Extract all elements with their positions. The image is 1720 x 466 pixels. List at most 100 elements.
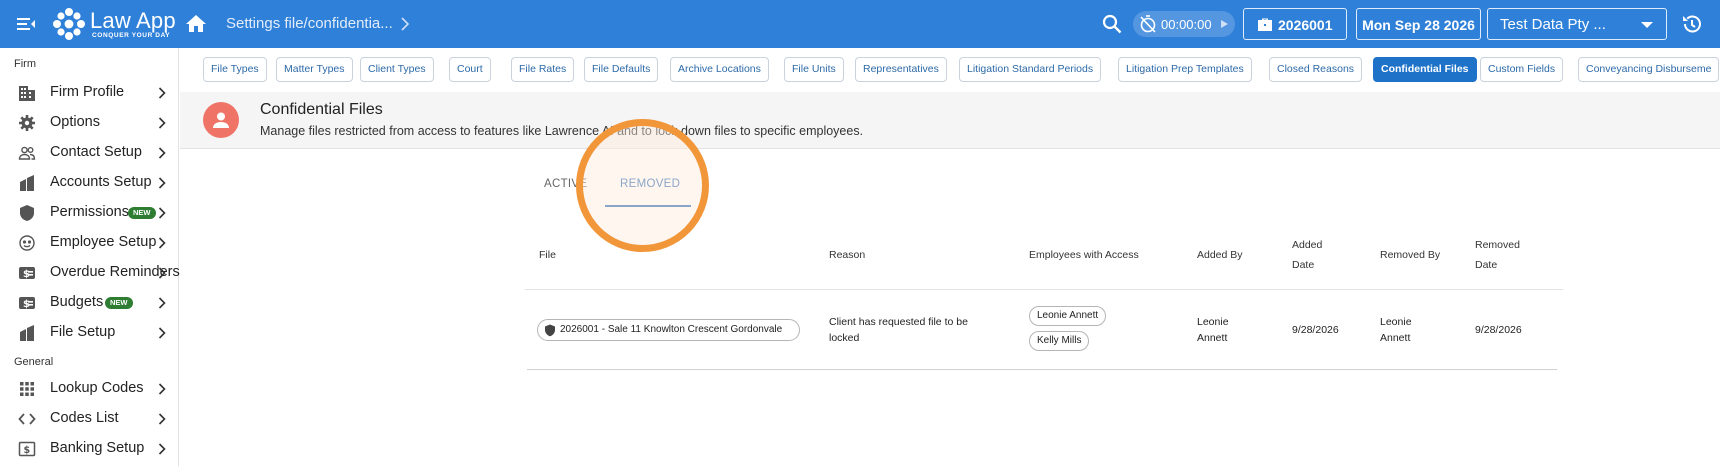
tab-court[interactable]: Court [449, 57, 491, 82]
chevron-right-icon [158, 87, 166, 99]
tab-litigation-standard-periods[interactable]: Litigation Standard Periods [959, 57, 1102, 82]
company-select[interactable]: Test Data Pty ... [1487, 8, 1667, 40]
file-label: 2026001 - Sale 11 Knowlton Crescent Gord… [560, 324, 783, 335]
column-header-added-by[interactable]: Added By [1197, 245, 1243, 265]
tab-client-types[interactable]: Client Types [360, 57, 434, 82]
tab-litigation-prep-templates[interactable]: Litigation Prep Templates [1118, 57, 1252, 82]
column-header-added-date-line2[interactable]: Date [1292, 255, 1314, 275]
column-header-file[interactable]: File [539, 245, 556, 265]
timer-off-icon [1140, 15, 1156, 33]
breadcrumb[interactable]: Settings file/confidentia... [226, 15, 393, 32]
dollar-icon: $ [19, 297, 35, 310]
chevron-right-icon [158, 177, 166, 189]
sidebar-item-label: Accounts Setup [50, 174, 152, 190]
home-icon[interactable] [184, 12, 208, 36]
sidebar-item-options[interactable]: Options [0, 109, 178, 137]
app-name: Law App [90, 8, 176, 33]
chevron-right-icon [158, 237, 166, 249]
employee-chip[interactable]: Kelly Mills [1029, 331, 1090, 351]
code-icon [18, 413, 36, 425]
reason-text-line2: locked [829, 332, 860, 344]
sidebar-item-label: Banking Setup [50, 440, 145, 456]
accounts-icon [20, 175, 34, 191]
added-date: 9/28/2026 [1292, 324, 1339, 336]
chevron-right-icon [158, 207, 166, 219]
face-icon [19, 235, 35, 251]
person-icon [213, 112, 229, 128]
reason-text: Client has requested file to be [829, 316, 968, 328]
top-app-bar: Law App CONQUER YOUR DAY Settings file/c… [0, 0, 1720, 48]
column-header-removed-date[interactable]: Removed [1475, 235, 1520, 255]
sidebar-item-lookup-codes[interactable]: Lookup Codes [0, 375, 178, 403]
sidebar-item-label: Permissions [50, 204, 129, 220]
app-logo[interactable]: Law App CONQUER YOUR DAY [52, 6, 180, 42]
tab-file-defaults[interactable]: File Defaults [584, 57, 659, 82]
settings-tabs: File Types Matter Types Client Types Cou… [180, 48, 1720, 92]
tab-archive-locations[interactable]: Archive Locations [670, 57, 769, 82]
history-icon[interactable] [1680, 12, 1704, 36]
sidebar-item-budgets[interactable]: $ Budgets NEW [0, 289, 178, 317]
current-date-button[interactable]: Mon Sep 28 2026 [1356, 8, 1481, 40]
sidebar-item-contact-setup[interactable]: Contact Setup [0, 139, 178, 167]
tab-indicator [605, 205, 691, 207]
sidebar-section-general: General [14, 356, 54, 368]
sidebar-item-overdue-reminders[interactable]: $ Overdue Reminders [0, 259, 180, 287]
sidebar-item-permissions[interactable]: Permissions NEW [0, 199, 178, 227]
tab-file-rates[interactable]: File Rates [511, 57, 575, 82]
sidebar-item-accounts-setup[interactable]: Accounts Setup [0, 169, 178, 197]
chevron-right-icon [158, 147, 166, 159]
column-header-reason[interactable]: Reason [829, 245, 865, 265]
tab-removed[interactable]: REMOVED [620, 178, 680, 190]
column-header-removed-by[interactable]: Removed By [1380, 245, 1440, 265]
menu-toggle-icon[interactable] [14, 12, 38, 36]
tab-file-units[interactable]: File Units [784, 57, 844, 82]
current-date: Mon Sep 28 2026 [1362, 17, 1475, 33]
timer-widget[interactable]: 00:00:00 [1133, 11, 1235, 37]
new-badge: NEW [105, 297, 133, 309]
added-by: Leonie [1197, 316, 1229, 328]
new-badge: NEW [128, 207, 156, 219]
header-divider [525, 289, 1563, 290]
employee-chip[interactable]: Leonie Annett [1029, 306, 1107, 326]
sidebar-item-banking-setup[interactable]: $ Banking Setup [0, 435, 178, 463]
logo-mark-icon [53, 8, 85, 40]
gear-icon [19, 115, 35, 131]
sidebar-item-employee-setup[interactable]: Employee Setup [0, 229, 178, 257]
svg-text:$: $ [24, 445, 31, 456]
tab-confidential-files[interactable]: Confidential Files [1373, 57, 1477, 82]
tab-matter-types[interactable]: Matter Types [276, 57, 353, 82]
sidebar-section-firm: Firm [14, 58, 36, 70]
chevron-right-icon [158, 383, 166, 395]
tab-conveyancing-disbursements[interactable]: Conveyancing Disburseme [1578, 57, 1720, 82]
tab-active[interactable]: ACTIVE [544, 178, 587, 190]
current-file-button[interactable]: 2026001 [1243, 8, 1347, 40]
sidebar-item-label: Contact Setup [50, 144, 142, 160]
play-icon[interactable] [1219, 19, 1229, 29]
search-icon[interactable] [1100, 12, 1124, 36]
current-file-number: 2026001 [1278, 17, 1333, 33]
company-name: Test Data Pty ... [1500, 16, 1606, 33]
grid-icon [20, 382, 34, 396]
sidebar-item-firm-profile[interactable]: Firm Profile [0, 79, 178, 107]
sidebar-item-label: Budgets [50, 294, 104, 310]
sidebar-item-file-setup[interactable]: File Setup [0, 319, 178, 347]
people-icon [18, 146, 36, 160]
file-chip[interactable]: 2026001 - Sale 11 Knowlton Crescent Gord… [537, 319, 800, 341]
row-divider [527, 369, 1557, 370]
page-description: Manage files restricted from access to f… [260, 124, 864, 138]
tab-closed-reasons[interactable]: Closed Reasons [1269, 57, 1363, 82]
sidebar-item-label: Codes List [50, 410, 119, 426]
app-tagline: CONQUER YOUR DAY [92, 32, 171, 39]
chevron-right-icon [158, 297, 166, 309]
sidebar-item-codes-list[interactable]: Codes List [0, 405, 178, 433]
page-title: Confidential Files [260, 101, 383, 118]
column-header-added-date[interactable]: Added [1292, 235, 1322, 255]
column-header-removed-date-line2[interactable]: Date [1475, 255, 1497, 275]
tab-custom-fields[interactable]: Custom Fields [1480, 57, 1564, 82]
sidebar-item-label: Options [50, 114, 100, 130]
avatar [203, 102, 239, 138]
column-header-employees[interactable]: Employees with Access [1029, 245, 1139, 265]
tab-file-types[interactable]: File Types [203, 57, 267, 82]
tab-representatives[interactable]: Representatives [855, 57, 947, 82]
added-by-line2: Annett [1197, 332, 1228, 344]
